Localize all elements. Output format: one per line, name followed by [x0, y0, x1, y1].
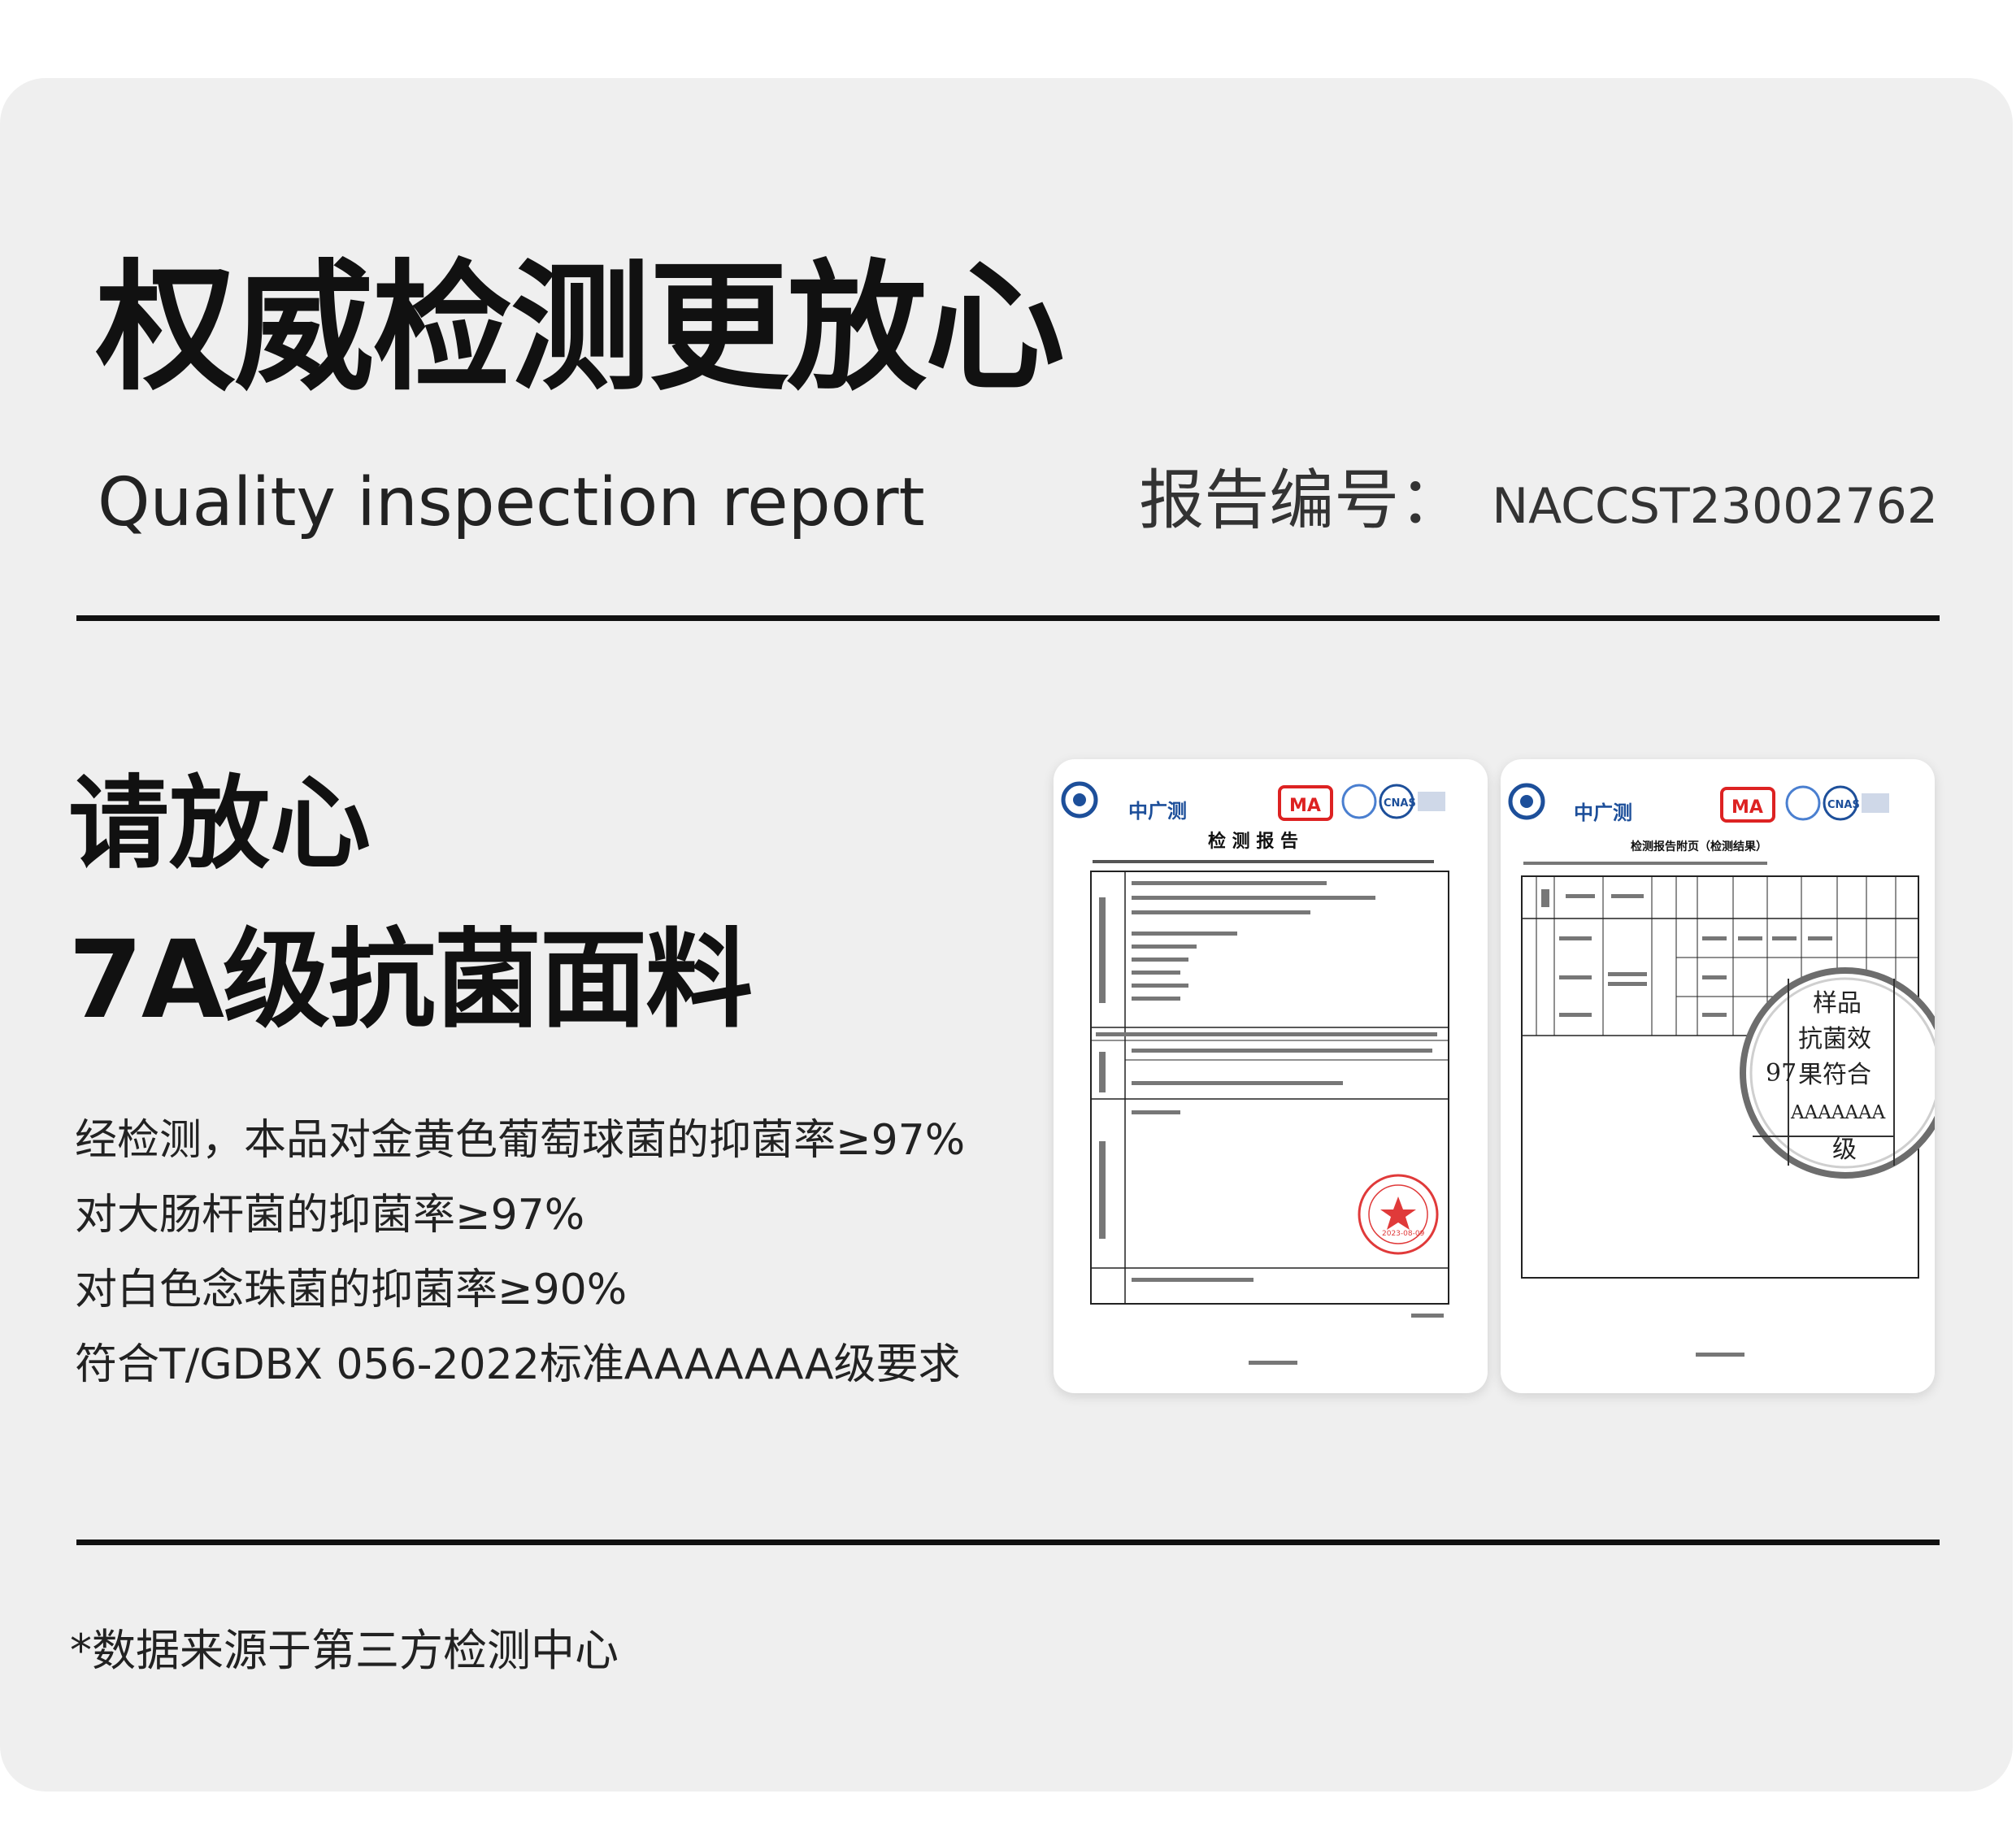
magnifier-text: 样品 [1813, 989, 1862, 1018]
heading-grade: 7A级抗菌面料 [68, 918, 753, 1043]
magnifier-value: 97 [1766, 1059, 1797, 1088]
data-source-note: *数据来源于第三方检测中心 [70, 1625, 619, 1676]
ma-badge-text: MA [1731, 797, 1763, 818]
org-name: 中广测 [1574, 801, 1632, 824]
cnas-badge-text: CNAS [1384, 797, 1416, 810]
description-line: 经检测，本品对金黄色葡萄球菌的抑菌率≥97% [75, 1116, 966, 1165]
appendix-document-drawing: 中广测 MA CNAS 检测报告附页（检测结果） 97 样品 抗菌效 果符合 A… [1508, 783, 1935, 1357]
appendix-title: 检测报告附页（检测结果） [1631, 840, 1767, 853]
description-line: 对白色念珠菌的抑菌率≥90% [75, 1266, 628, 1314]
report-number-value: NACCST23002762 [1492, 478, 1938, 535]
divider-top [76, 615, 1940, 621]
ma-badge-text: MA [1289, 796, 1321, 816]
magnifier-text: 级 [1832, 1136, 1857, 1164]
magnifier-icon: 97 样品 抗菌效 果符合 AAAAAAA 级 [1740, 967, 1935, 1179]
description-line: 对大肠杆菌的抑菌率≥97% [75, 1191, 585, 1240]
magnifier-text: 果符合 [1798, 1061, 1871, 1089]
divider-bottom [76, 1540, 1940, 1545]
report-document-drawing: 中广测 MA CNAS 检 测 报 告 2023-08-09 [1061, 781, 1449, 1365]
description-list: 经检测，本品对金黄色葡萄球菌的抑菌率≥97% 对大肠杆菌的抑菌率≥97% 对白色… [75, 1114, 965, 1413]
seal-date: 2023-08-09 [1382, 1230, 1425, 1238]
appendix-document-image: 中广测 MA CNAS 检测报告附页（检测结果） 97 样品 抗菌效 果符合 A… [1501, 759, 1935, 1393]
page-title: 权威检测更放心 [96, 246, 1065, 410]
cnas-badge-text: CNAS [1827, 799, 1860, 811]
heading-reassure: 请放心 [68, 766, 371, 883]
report-title: 检 测 报 告 [1208, 831, 1298, 852]
magnifier-text: AAAAAAA [1790, 1102, 1886, 1123]
ilac-badge-icon [1785, 785, 1821, 821]
org-name: 中广测 [1128, 800, 1187, 823]
report-number: 报告编号： NACCST23002762 [1139, 468, 1938, 533]
report-document-image: 中广测 MA CNAS 检 测 报 告 2023-08-09 [1054, 759, 1488, 1393]
description-line: 符合T/GDBX 056-2022标准AAAAAAA级要求 [75, 1340, 961, 1389]
page-subtitle: Quality inspection report [98, 464, 925, 541]
report-number-label: 报告编号： [1139, 463, 1465, 538]
magnifier-text: 抗菌效 [1798, 1025, 1871, 1053]
ilac-badge-icon [1341, 784, 1377, 819]
